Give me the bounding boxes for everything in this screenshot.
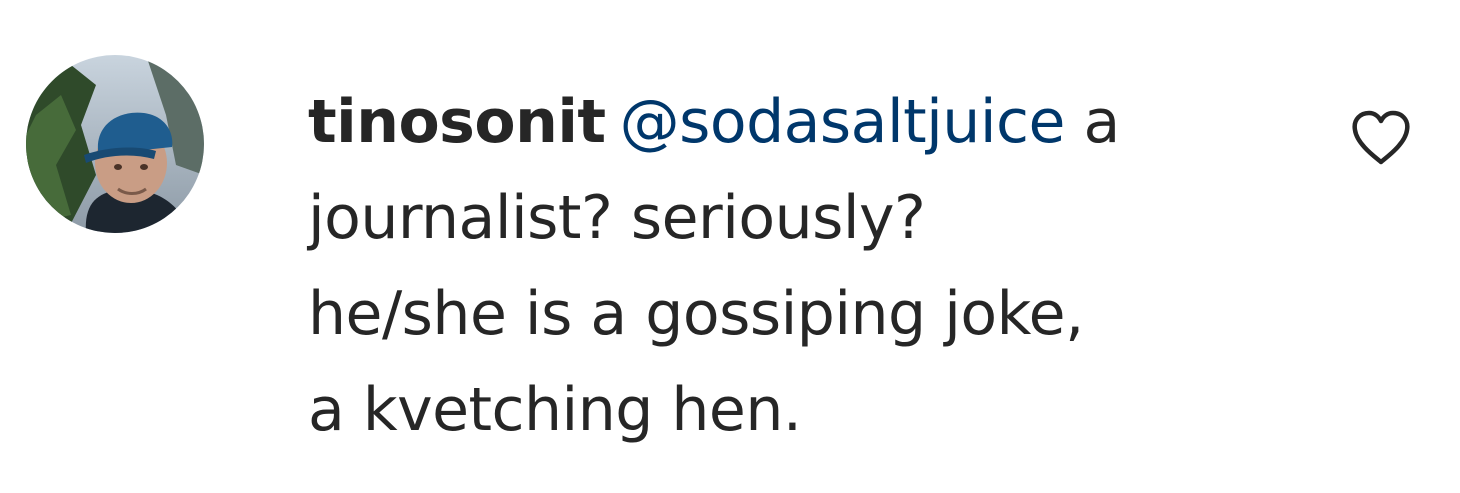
comment-line-3: he/she is a gossiping joke,	[308, 279, 1084, 349]
avatar[interactable]	[26, 55, 204, 233]
comment-line-1: a	[1064, 87, 1120, 157]
mention-link[interactable]: @sodasaltjuice	[620, 87, 1066, 157]
comment-text: tinosonit @sodasaltjuice a journalist? se…	[308, 74, 1248, 458]
comment-item: tinosonit @sodasaltjuice a journalist? se…	[0, 0, 1460, 493]
like-button[interactable]	[1349, 108, 1413, 168]
comment-line-4: a kvetching hen.	[308, 375, 802, 445]
comment-line-2: journalist? seriously?	[308, 183, 926, 253]
heart-outline-icon	[1352, 110, 1410, 165]
username-link[interactable]: tinosonit	[308, 87, 606, 157]
profile-photo-icon	[26, 55, 204, 233]
